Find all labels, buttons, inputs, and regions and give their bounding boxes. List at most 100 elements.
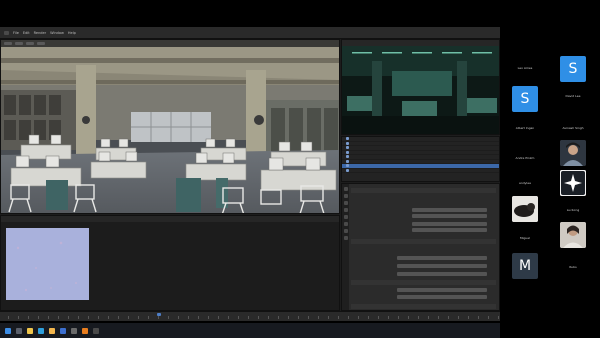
blender-icon[interactable]: [82, 327, 88, 334]
property-field[interactable]: [397, 264, 487, 268]
timeline-tick: [418, 316, 419, 319]
app-icon[interactable]: [93, 327, 99, 334]
outliner-row[interactable]: [342, 168, 499, 173]
timeline-tick: [38, 316, 39, 319]
view-menu[interactable]: [4, 42, 12, 45]
properties-section-header[interactable]: [351, 239, 496, 244]
cat-photo: [512, 196, 538, 222]
timeline-tick: [478, 316, 479, 319]
participant-name: Albert Ingan: [515, 126, 535, 130]
object-tab-icon[interactable]: [343, 222, 348, 226]
outliner-panel: [341, 136, 500, 182]
timeline-tick: [498, 316, 499, 319]
edge-icon[interactable]: [38, 327, 44, 334]
property-field[interactable]: [412, 208, 487, 212]
property-field[interactable]: [412, 214, 487, 218]
world-tab-icon[interactable]: [343, 215, 348, 219]
timeline-tick: [78, 316, 79, 319]
menu-edit[interactable]: Edit: [23, 31, 30, 35]
files-icon[interactable]: [27, 327, 33, 334]
collection-icon: [346, 146, 349, 150]
timeline-tick: [378, 316, 379, 319]
render-preview[interactable]: [341, 39, 500, 135]
object-icon: [346, 164, 349, 168]
windows-icon[interactable]: [5, 327, 11, 334]
timeline-tick: [338, 316, 339, 319]
participant-name: Andre Pinkm: [515, 156, 535, 160]
blender-logo-icon[interactable]: [4, 30, 9, 35]
output-tab-icon[interactable]: [343, 201, 348, 205]
timeline-tick: [118, 316, 119, 319]
timeline-tick: [18, 316, 19, 319]
menu-help[interactable]: Help: [68, 31, 76, 35]
shader-editor[interactable]: [0, 215, 340, 311]
participant-tile[interactable]: M: [503, 253, 547, 290]
timeline-tick: [208, 316, 209, 319]
property-field[interactable]: [397, 272, 487, 276]
office-scene-render: [1, 40, 339, 213]
timeline-tick: [48, 316, 49, 319]
participant-name: Leo Ames: [517, 66, 533, 70]
timeline-tick: [8, 316, 9, 319]
modifier-tab-icon[interactable]: [343, 229, 348, 233]
3d-viewport[interactable]: [0, 39, 340, 214]
timeline-tick: [318, 316, 319, 319]
viewport-header: [1, 40, 339, 47]
timeline-tick: [228, 316, 229, 319]
material-tab-icon[interactable]: [343, 236, 348, 240]
participant-tile[interactable]: Rubs: [551, 253, 595, 290]
timeline-tick: [438, 316, 439, 319]
timeline-tick: [368, 316, 369, 319]
timeline[interactable]: [0, 311, 500, 321]
properties-tabs: [342, 184, 349, 310]
collection-icon: [346, 155, 349, 159]
timeline-tick: [448, 316, 449, 319]
collection-icon: [346, 159, 349, 163]
properties-section-header[interactable]: [351, 280, 496, 285]
avatar: S: [512, 86, 538, 112]
participant-tile[interactable]: [551, 220, 595, 257]
texture-preview: [6, 228, 89, 300]
collection-icon: [346, 168, 349, 172]
select-menu[interactable]: [15, 42, 23, 45]
search-icon[interactable]: [16, 327, 22, 334]
mail-icon[interactable]: [60, 327, 66, 334]
render-tab-icon[interactable]: [343, 194, 348, 198]
star-icon: [560, 170, 586, 196]
menu-file[interactable]: File: [13, 31, 19, 35]
properties-section-header[interactable]: [351, 188, 496, 193]
timeline-tick: [158, 316, 159, 319]
store-icon[interactable]: [71, 327, 77, 334]
property-field[interactable]: [397, 256, 487, 260]
timeline-tick: [258, 316, 259, 319]
avatar-photo: [560, 222, 586, 248]
timeline-tick: [98, 316, 99, 319]
property-field[interactable]: [412, 228, 487, 232]
property-field[interactable]: [397, 288, 487, 292]
object-menu[interactable]: [37, 42, 45, 45]
menu-render[interactable]: Render: [34, 31, 46, 35]
explorer-icon[interactable]: [49, 327, 55, 334]
timeline-tick: [108, 316, 109, 319]
participant-name: David Lee: [565, 94, 581, 98]
collection-icon: [346, 137, 349, 141]
participant-name: Miguel: [520, 236, 530, 240]
timeline-tick: [198, 316, 199, 319]
timeline-tick: [468, 316, 469, 319]
property-field[interactable]: [397, 295, 487, 299]
timeline-tick: [248, 316, 249, 319]
timeline-tick: [268, 316, 269, 319]
participant-tile[interactable]: S: [551, 48, 595, 85]
timeline-tick: [148, 316, 149, 319]
scene-tab-icon[interactable]: [343, 208, 348, 212]
timeline-tick: [358, 316, 359, 319]
participant-tile[interactable]: Leo Ames: [503, 48, 547, 85]
add-menu[interactable]: [26, 42, 34, 45]
property-field[interactable]: [412, 222, 487, 226]
tool-tab-icon[interactable]: [343, 187, 348, 191]
shader-editor-header: [1, 216, 339, 222]
collection-icon: [346, 141, 349, 145]
properties-section-header[interactable]: [351, 304, 496, 309]
timeline-tick: [328, 316, 329, 319]
menu-window[interactable]: Window: [50, 31, 64, 35]
